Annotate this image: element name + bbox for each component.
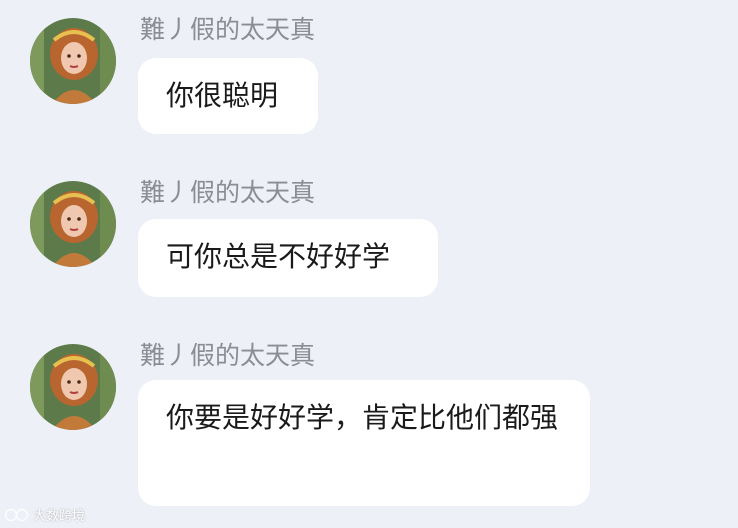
sender-name: 難丿假的太天真	[140, 15, 316, 44]
chat-message: 難丿假的太天真 可你总是不好好学	[0, 163, 738, 313]
chat-message: 難丿假的太天真 你很聪明	[0, 0, 738, 150]
sender-name: 難丿假的太天真	[140, 178, 316, 207]
sender-avatar[interactable]	[30, 181, 116, 267]
message-bubble[interactable]: 可你总是不好好学	[138, 219, 438, 297]
message-bubble[interactable]: 你很聪明	[138, 58, 318, 134]
message-text: 可你总是不好好学	[166, 240, 391, 273]
watermark: 大数跨境	[4, 505, 85, 524]
watermark-logo-icon	[4, 508, 29, 521]
sender-avatar[interactable]	[30, 18, 116, 104]
message-text: 你要是好好学，肯定比他们都强	[166, 401, 559, 434]
chat-thread: 難丿假的太天真 你很聪明 難丿假的太天真 可你总是不好好学 難丿假的太天真 你要…	[0, 0, 738, 528]
watermark-text: 大数跨境	[33, 509, 86, 524]
sender-avatar[interactable]	[30, 344, 116, 430]
message-text: 你很聪明	[166, 79, 279, 112]
message-bubble[interactable]: 你要是好好学，肯定比他们都强	[138, 380, 590, 506]
chat-message: 難丿假的太天真 你要是好好学，肯定比他们都强	[0, 326, 738, 526]
sender-name: 難丿假的太天真	[140, 341, 316, 370]
